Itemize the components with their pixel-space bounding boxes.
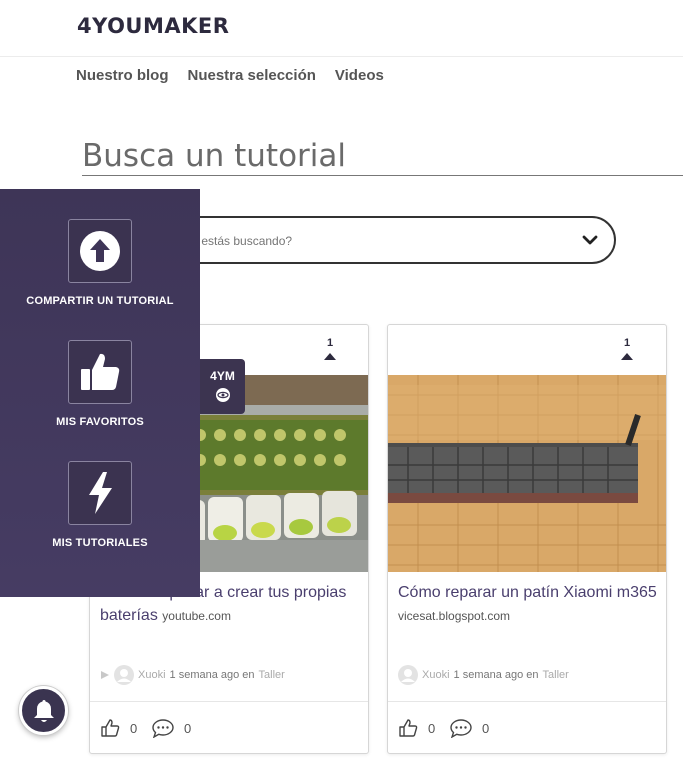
card-footer: 0 0 [90,701,368,753]
eye-icon [215,388,230,402]
card-source: youtube.com [162,609,231,623]
card-author[interactable]: Xuoki [138,669,166,681]
vote-widget[interactable]: 1 [315,337,345,360]
vote-widget[interactable]: 1 [612,337,642,360]
nav-item-seleccion[interactable]: Nuestra selección [188,67,316,84]
comment-counter[interactable]: 0 [450,719,489,738]
card-meta: Xuoki 1 semana ago en Taller [398,665,569,685]
sidebar-item-favorites-box[interactable] [68,340,132,404]
sidebar-item-my-tutorials[interactable]: MIS TUTORIALES [0,461,200,549]
thumbs-up-icon[interactable] [398,719,418,737]
comment-count: 0 [482,721,490,736]
card-category[interactable]: Taller [259,669,285,681]
like-count: 0 [130,720,138,736]
sidebar-item-share-box[interactable] [68,219,132,283]
card-thumbnail[interactable] [388,375,666,572]
comment-counter[interactable]: 0 [152,719,191,738]
play-icon [101,671,109,679]
avatar[interactable] [114,665,134,685]
comment-icon[interactable] [450,719,472,738]
card-source: vicesat.blogspot.com [398,609,511,623]
search-box[interactable] [150,216,616,264]
tutorial-card[interactable]: 1 Cómo reparar un patín Xiaomi m365 vice… [387,324,667,754]
nav-item-blog[interactable]: Nuestro blog [76,67,169,84]
chevron-down-icon[interactable] [580,230,600,250]
side-menu: COMPARTIR UN TUTORIAL MIS FAVORITOS MIS … [0,189,200,597]
like-counter[interactable]: 0 [100,719,137,737]
arrow-up-circle-icon [80,231,120,271]
like-count: 0 [428,720,436,736]
sidebar-item-label: MIS TUTORIALES [52,537,148,549]
card-time: 1 semana ago en [453,669,539,681]
card-category[interactable]: Taller [543,669,569,681]
avatar[interactable] [398,665,418,685]
comment-icon[interactable] [152,719,174,738]
sidebar-item-label: COMPARTIR UN TUTORIAL [26,295,174,307]
search-input[interactable] [168,231,548,251]
card-author[interactable]: Xuoki [422,669,450,681]
bell-icon [33,699,54,722]
comment-count: 0 [184,721,192,736]
card-footer: 0 0 [388,701,666,753]
card-title-text[interactable]: Cómo reparar un patín Xiaomi m365 [398,584,657,601]
4ym-tab[interactable]: 4YM [200,359,245,414]
site-header: 4YOUMAKER [0,0,683,57]
upvote-icon[interactable] [621,353,633,360]
scooter-photo-image [388,375,666,572]
vote-count: 1 [326,337,334,349]
card-title[interactable]: Cómo reparar un patín Xiaomi m365 vicesa… [398,581,658,628]
main-nav: Nuestro blog Nuestra selección Videos [76,67,384,84]
nav-item-videos[interactable]: Videos [335,67,384,84]
sidebar-item-favorites[interactable]: MIS FAVORITOS [0,340,200,428]
sidebar-item-label: MIS FAVORITOS [56,416,144,428]
search-title: Busca un tutorial [82,138,346,174]
4ym-label: 4YM [210,369,235,383]
sidebar-item-my-tutorials-box[interactable] [68,461,132,525]
vote-count: 1 [623,337,631,349]
lightning-icon [89,472,112,514]
title-divider [82,175,683,176]
thumbs-up-icon[interactable] [100,719,120,737]
site-logo[interactable]: 4YOUMAKER [77,14,229,38]
upvote-icon[interactable] [324,353,336,360]
card-time: 1 semana ago en [169,669,255,681]
card-meta: Xuoki 1 semana ago en Taller [100,665,285,685]
notification-bell-button[interactable] [19,686,68,735]
like-counter[interactable]: 0 [398,719,435,737]
sidebar-item-share[interactable]: COMPARTIR UN TUTORIAL [0,219,200,307]
thumbs-up-icon [81,353,120,390]
